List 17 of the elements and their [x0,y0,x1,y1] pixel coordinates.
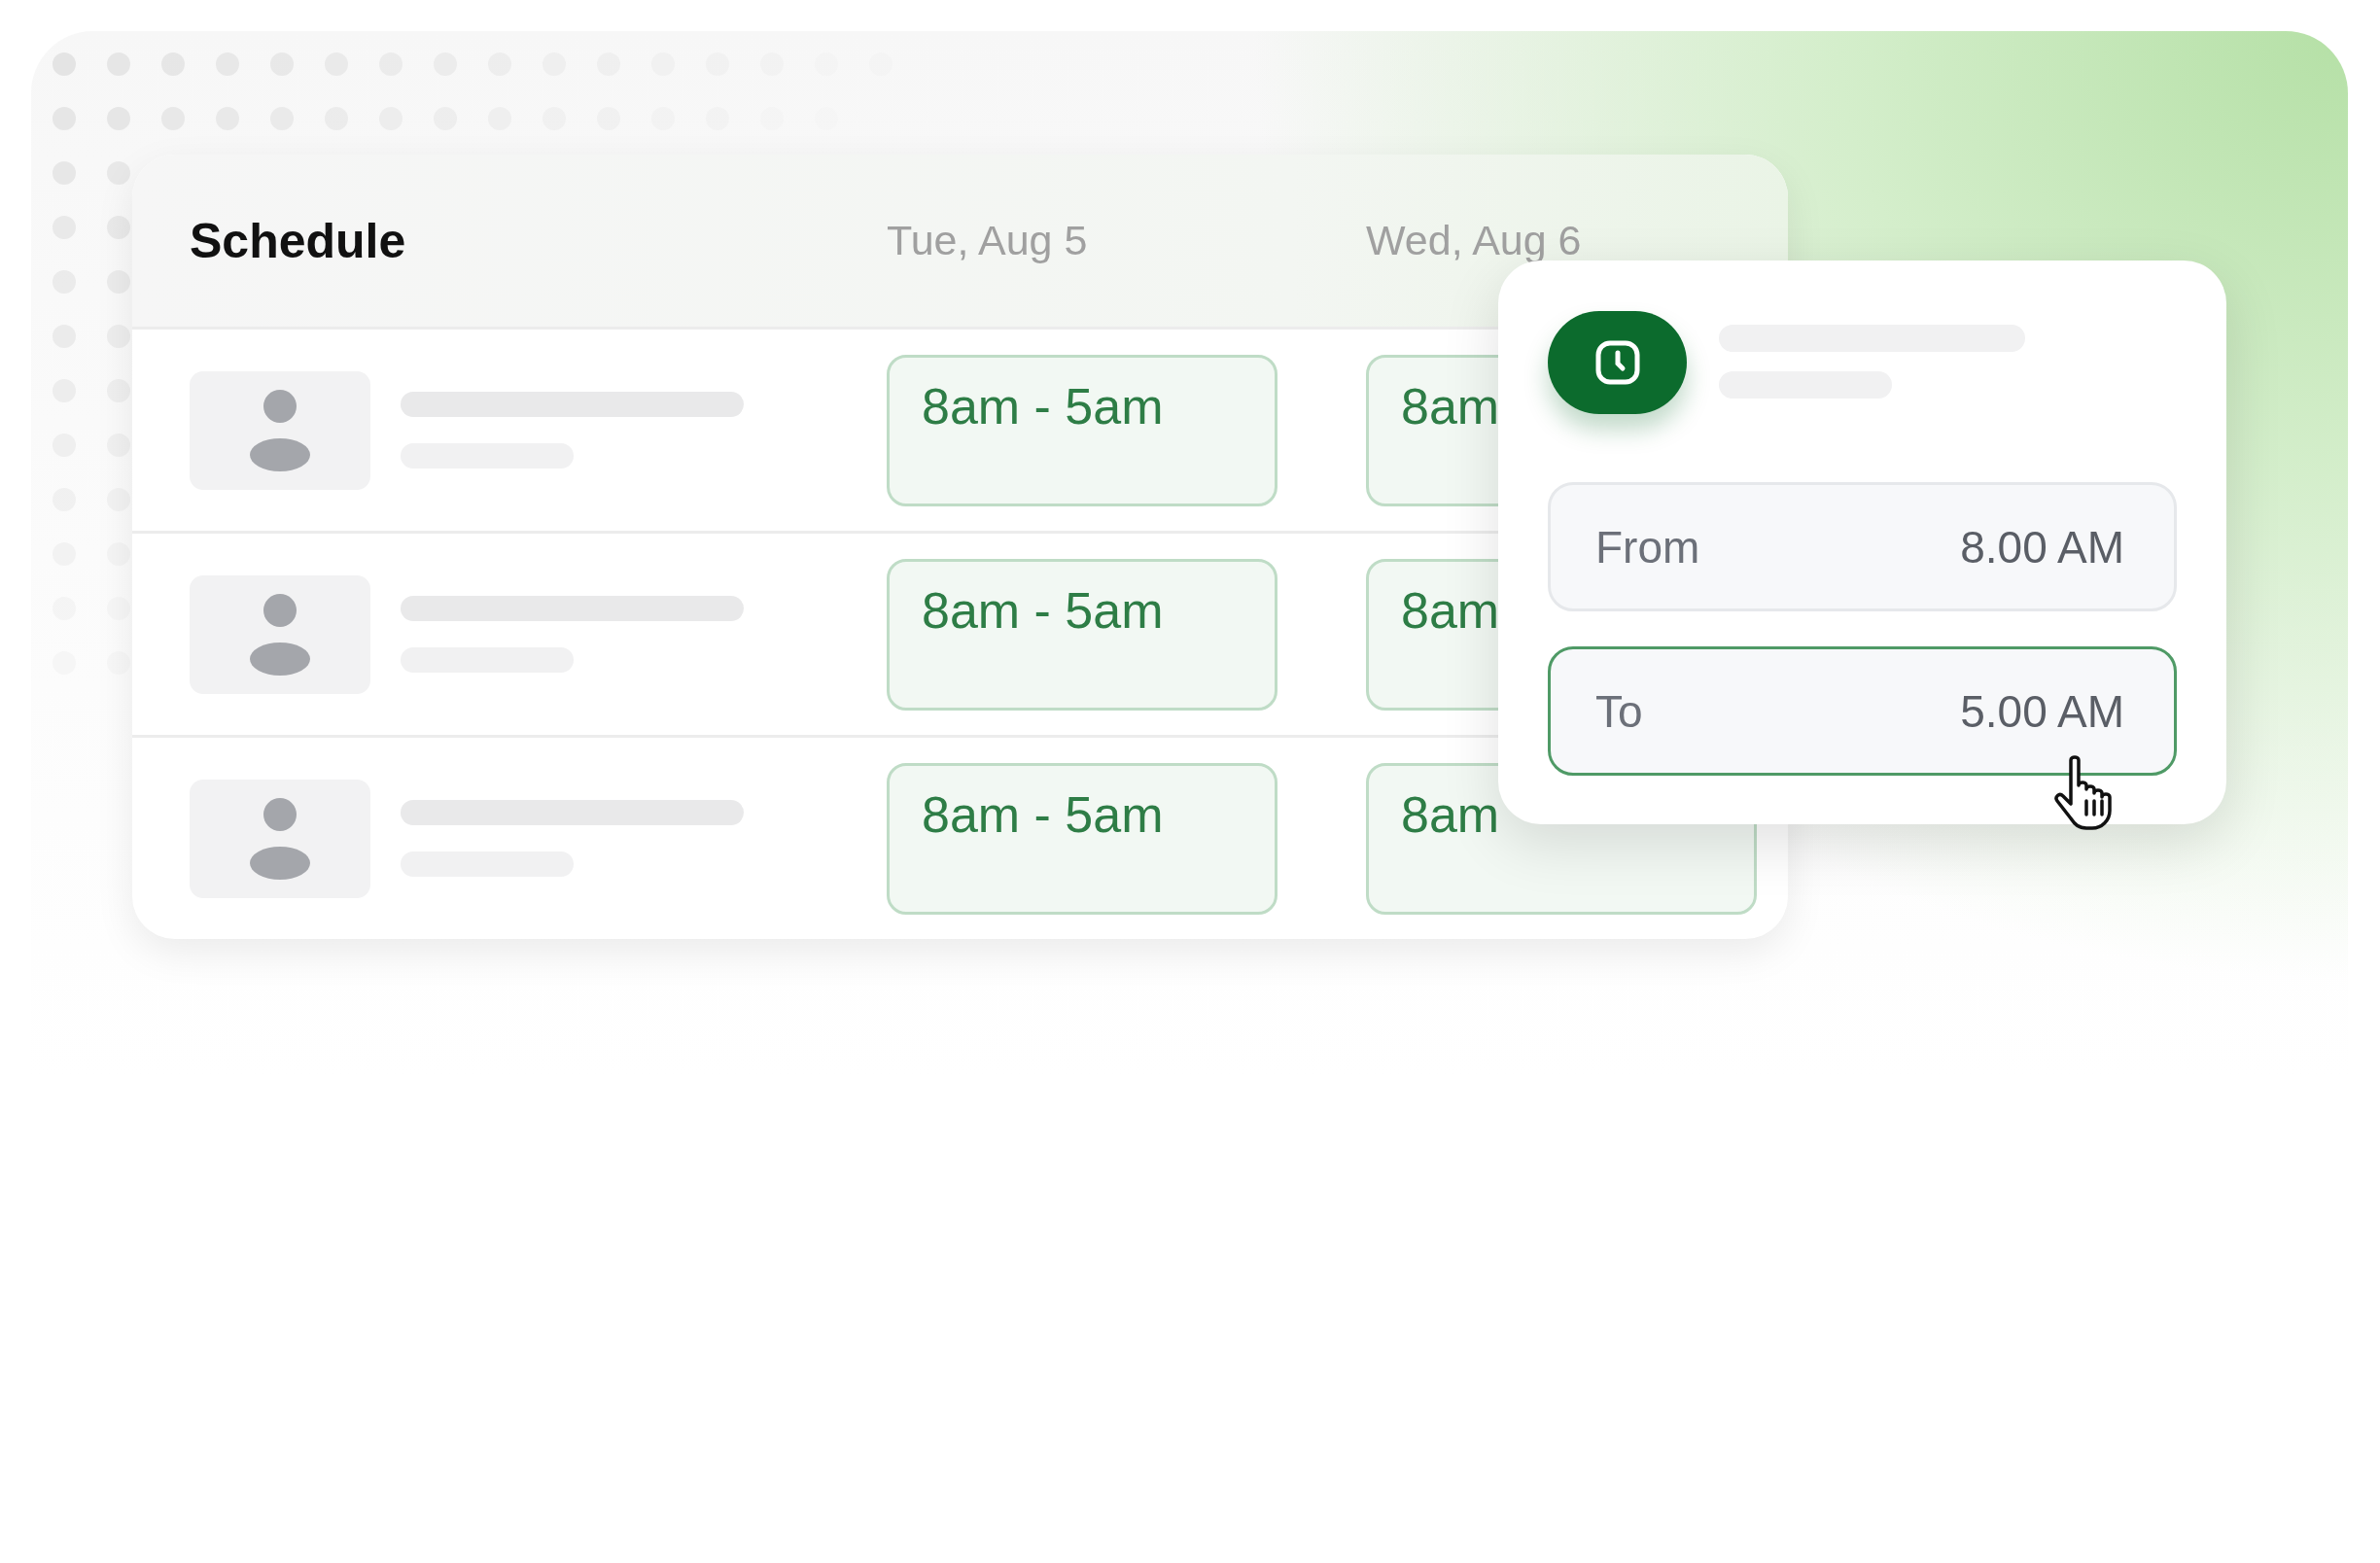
field-label: From [1595,520,1700,573]
time-field[interactable]: From 8.00 AM [1548,482,2177,611]
schedule-title: Schedule [190,212,407,269]
time-field[interactable]: To 5.00 AM [1548,646,2177,776]
field-value: 8.00 AM [1960,520,2124,573]
shift-chip[interactable]: 8am - 5am [887,354,1278,506]
clock-icon [1594,340,1640,385]
person-icon [249,796,311,881]
date-header: Wed, Aug 6 [1366,217,1583,264]
person-icon [249,592,311,677]
field-value: 5.00 AM [1960,684,2124,738]
clock-button[interactable] [1548,311,1687,414]
shift-chip[interactable]: 8am - 5am [887,762,1278,915]
field-label: To [1595,684,1643,738]
date-header: Tue, Aug 5 [887,217,1089,264]
person-icon [249,388,311,472]
shift-chip[interactable]: 8am - 5am [887,558,1278,711]
